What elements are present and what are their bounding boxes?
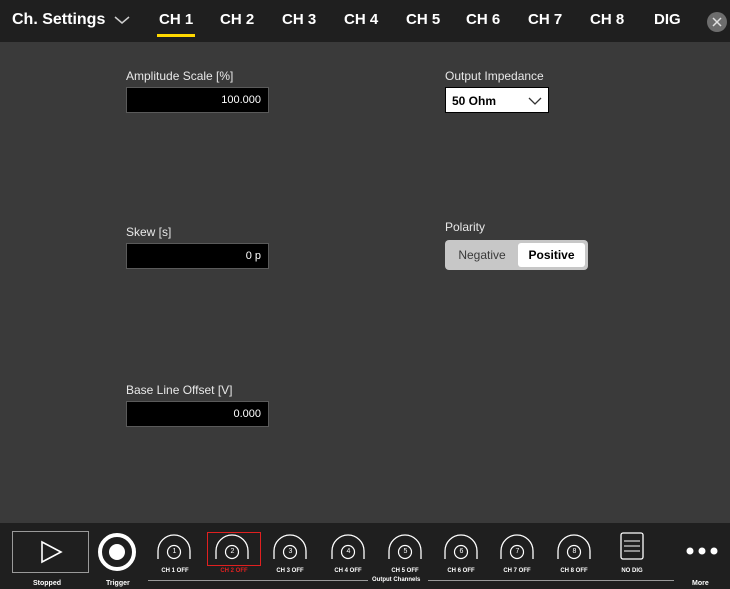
tab-ch8[interactable]: CH 8 (590, 11, 624, 28)
digital-output-button[interactable] (620, 532, 644, 560)
base-line-offset-label: Base Line Offset [V] (126, 383, 233, 397)
channel-2-status: CH 2 OFF (220, 568, 248, 574)
tab-ch5[interactable]: CH 5 (406, 11, 440, 28)
channel-6-status: CH 6 OFF (447, 568, 475, 574)
channel-output-icon (444, 534, 478, 560)
polarity-negative-option[interactable]: Negative (448, 243, 516, 267)
amplitude-scale-label: Amplitude Scale [%] (126, 69, 234, 83)
channel-output-icon (557, 534, 591, 560)
more-label: More (692, 580, 709, 587)
trigger-button[interactable] (96, 531, 138, 573)
channel-5-status: CH 5 OFF (391, 568, 419, 574)
channel-7-status: CH 7 OFF (503, 568, 531, 574)
tab-ch3[interactable]: CH 3 (282, 11, 316, 28)
channel-number: 1 (172, 548, 177, 555)
polarity-toggle: Negative Positive (445, 240, 588, 270)
tab-ch2[interactable]: CH 2 (220, 11, 254, 28)
panel-title: Ch. Settings (12, 11, 106, 28)
skew-label: Skew [s] (126, 225, 172, 239)
digital-icon (620, 532, 644, 560)
play-icon (41, 540, 63, 564)
run-state-label: Stopped (33, 580, 61, 587)
trigger-label: Trigger (106, 580, 130, 587)
channel-8-status: CH 8 OFF (560, 568, 588, 574)
digital-status: NO DIG (621, 568, 643, 574)
channel-3-output-button[interactable]: 3 (270, 531, 310, 561)
chevron-down-icon[interactable] (113, 12, 131, 28)
channel-group-label: Output Channels (372, 577, 421, 583)
channel-output-icon (157, 534, 191, 560)
run-stop-button[interactable] (12, 531, 89, 573)
channel-6-output-button[interactable]: 6 (441, 531, 481, 561)
channel-number: 5 (403, 548, 408, 555)
output-impedance-value: 50 Ohm (452, 94, 497, 108)
channel-4-output-button[interactable]: 4 (328, 531, 368, 561)
channel-8-output-button[interactable]: 8 (554, 531, 594, 561)
channel-2-output-button[interactable]: 2 (212, 531, 252, 561)
channel-group-divider-left (148, 580, 368, 581)
tab-dig[interactable]: DIG (654, 11, 681, 28)
channel-number: 6 (459, 548, 464, 555)
trigger-icon (98, 533, 136, 571)
channel-3-status: CH 3 OFF (276, 568, 304, 574)
close-icon[interactable] (707, 12, 727, 32)
tab-ch4[interactable]: CH 4 (344, 11, 378, 28)
tab-ch6[interactable]: CH 6 (466, 11, 500, 28)
skew-input[interactable]: 0 p (126, 243, 269, 269)
tab-ch7[interactable]: CH 7 (528, 11, 562, 28)
base-line-offset-input[interactable]: 0.000 (126, 401, 269, 427)
channel-number: 3 (288, 548, 293, 555)
polarity-positive-option[interactable]: Positive (518, 243, 585, 267)
channel-7-output-button[interactable]: 7 (497, 531, 537, 561)
channel-output-icon (331, 534, 365, 560)
more-icon (686, 547, 718, 555)
more-button[interactable] (684, 546, 720, 556)
channel-4-status: CH 4 OFF (334, 568, 362, 574)
channel-1-status: CH 1 OFF (161, 568, 189, 574)
channel-1-output-button[interactable]: 1 (154, 531, 194, 561)
channel-5-output-button[interactable]: 5 (385, 531, 425, 561)
chevron-down-icon (528, 97, 542, 105)
channel-number: 2 (230, 548, 235, 555)
channel-group-divider-right (428, 580, 674, 581)
polarity-label: Polarity (445, 220, 486, 234)
output-impedance-select[interactable]: 50 Ohm (445, 87, 549, 113)
channel-output-icon (273, 534, 307, 560)
channel-settings-header: Ch. Settings CH 1 CH 2 CH 3 CH 4 CH 5 CH… (0, 0, 730, 42)
tab-ch1[interactable]: CH 1 (156, 11, 196, 37)
amplitude-scale-input[interactable]: 100.000 (126, 87, 269, 113)
channel-output-icon (388, 534, 422, 560)
channel-number: 4 (346, 548, 351, 555)
channel-output-icon (215, 534, 249, 560)
channel-output-icon (500, 534, 534, 560)
channel-number: 8 (572, 548, 577, 555)
output-impedance-label: Output Impedance (445, 69, 544, 83)
channel-number: 7 (515, 548, 520, 555)
